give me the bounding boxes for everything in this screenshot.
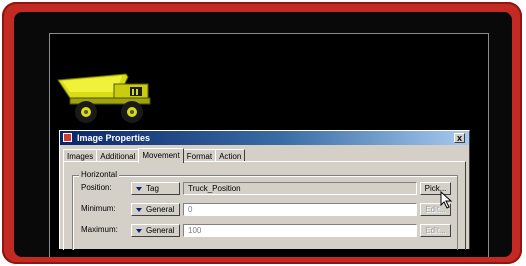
position-mode-value: Tag (146, 184, 159, 193)
tab-movement[interactable]: Movement (138, 148, 184, 163)
maximum-label: Maximum: (81, 225, 118, 234)
dialog-titlebar[interactable]: Image Properties x (60, 131, 469, 145)
maximum-edit-button[interactable]: Edit... (420, 224, 451, 237)
image-properties-dialog: Image Properties x Images Additional Mov… (59, 130, 470, 250)
maximum-mode-dropdown[interactable]: General (131, 224, 180, 237)
close-button[interactable]: x (454, 133, 465, 143)
maximum-mode-value: General (146, 226, 175, 235)
position-mode-dropdown[interactable]: Tag (131, 182, 180, 195)
dropdown-arrow-icon (136, 187, 142, 191)
minimum-mode-dropdown[interactable]: General (131, 203, 180, 216)
minimum-mode-value: General (146, 205, 175, 214)
minimum-label: Minimum: (81, 204, 116, 213)
tab-strip: Images Additional Movement Format Action (63, 148, 246, 163)
mouse-pointer-icon (440, 191, 453, 209)
position-tag-field[interactable]: Truck_Position (183, 182, 417, 195)
position-label: Position: (81, 183, 112, 192)
dropdown-arrow-icon (136, 208, 142, 212)
dialog-title: Image Properties (77, 133, 151, 143)
dump-truck-icon (57, 73, 151, 123)
maximum-value-field[interactable]: 100 (183, 224, 417, 237)
dropdown-arrow-icon (136, 229, 142, 233)
movement-tab-panel: Horizontal Position: Tag Truck_Position … (63, 161, 466, 250)
horizontal-group-label: Horizontal (79, 170, 120, 180)
minimum-value-field[interactable]: 0 (183, 203, 417, 216)
horizontal-group: Horizontal Position: Tag Truck_Position … (72, 170, 458, 250)
image-properties-icon (63, 133, 72, 142)
